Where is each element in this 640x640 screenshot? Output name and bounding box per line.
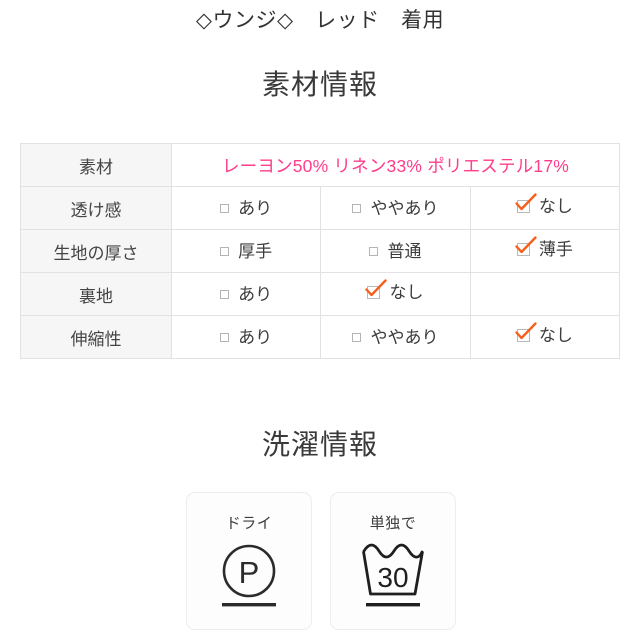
wash-section-heading: 洗濯情報 — [261, 429, 378, 460]
checkbox-unchecked-icon[interactable] — [352, 204, 362, 213]
row-label: 素材 — [20, 143, 172, 187]
care-card-title: 単独で — [369, 515, 417, 532]
option-cell[interactable]: なし — [320, 272, 471, 316]
product-info-page: ◇ウンジ◇ レッド 着用 素材情報 素材 レーヨン50% リネン33% ポリエス… — [0, 0, 640, 640]
row-label: 伸縮性 — [20, 315, 172, 359]
option-cell[interactable]: 厚手 — [170, 229, 322, 273]
checkbox-unchecked-icon[interactable] — [220, 290, 230, 299]
svg-text:30: 30 — [377, 562, 408, 593]
option-cell[interactable]: なし — [469, 186, 621, 230]
option-group[interactable]: あり — [220, 200, 272, 217]
option-label: ややあり — [370, 199, 439, 218]
option-label: あり — [238, 199, 273, 218]
checkbox-unchecked-icon[interactable] — [352, 333, 362, 342]
table-row: 伸縮性 あり ややあり なし — [20, 315, 621, 359]
option-label: なし — [538, 197, 573, 216]
wash-tub-30-icon: 30 — [362, 543, 424, 607]
option-group[interactable]: 薄手 — [515, 236, 573, 259]
checkbox-unchecked-icon[interactable] — [369, 247, 379, 256]
care-symbol-wrapper: 30 — [331, 541, 455, 613]
option-label: 厚手 — [238, 242, 273, 261]
material-section-heading: 素材情報 — [261, 69, 378, 100]
option-group[interactable]: あり — [220, 286, 272, 303]
option-cell[interactable]: ややあり — [320, 315, 471, 359]
table-row: 透け感 あり ややあり なし — [20, 186, 621, 230]
checkbox-checked-icon[interactable] — [515, 236, 537, 256]
option-group[interactable]: なし — [515, 193, 573, 216]
option-cell[interactable]: なし — [469, 315, 621, 359]
option-group[interactable]: ややあり — [352, 200, 438, 217]
svg-text:P: P — [239, 555, 260, 590]
product-caption: ◇ウンジ◇ レッド 着用 — [195, 9, 445, 32]
option-cell[interactable]: あり — [170, 272, 322, 316]
option-group[interactable]: あり — [220, 329, 272, 346]
checkbox-checked-icon[interactable] — [515, 322, 537, 342]
option-cell[interactable]: あり — [170, 315, 322, 359]
option-group[interactable]: 普通 — [369, 243, 421, 260]
option-label: 普通 — [387, 242, 422, 261]
option-label: あり — [238, 285, 273, 304]
table-row: 素材 レーヨン50% リネン33% ポリエステル17% — [20, 143, 620, 187]
option-label: 薄手 — [538, 240, 573, 259]
care-card-title: ドライ — [225, 515, 273, 532]
option-cell[interactable]: 普通 — [320, 229, 471, 273]
dry-clean-p-icon: P — [222, 544, 276, 607]
checkbox-checked-icon[interactable] — [515, 193, 537, 213]
empty-cell — [469, 272, 621, 316]
care-card-single-wash: 単独で 30 — [330, 492, 456, 630]
material-spec-table: 素材 レーヨン50% リネン33% ポリエステル17% 透け感 あり ややあり — [20, 143, 621, 359]
option-group[interactable]: ややあり — [352, 329, 438, 346]
material-composition-value: レーヨン50% リネン33% ポリエステル17% — [171, 143, 620, 187]
option-label: なし — [389, 283, 424, 302]
option-label: なし — [538, 326, 573, 345]
checkbox-checked-icon[interactable] — [365, 279, 388, 299]
option-cell[interactable]: ややあり — [320, 186, 471, 230]
care-symbol-wrapper: P — [187, 541, 311, 613]
row-label: 生地の厚さ — [20, 229, 172, 273]
row-label: 透け感 — [20, 186, 172, 230]
option-group[interactable]: 厚手 — [220, 243, 272, 260]
table-row: 生地の厚さ 厚手 普通 薄手 — [20, 229, 621, 273]
row-label: 裏地 — [20, 272, 172, 316]
option-cell[interactable]: あり — [170, 186, 322, 230]
option-label: あり — [238, 328, 273, 347]
care-card-dry: ドライ P — [186, 492, 312, 630]
checkbox-unchecked-icon[interactable] — [220, 247, 230, 256]
checkbox-unchecked-icon[interactable] — [220, 204, 230, 213]
table-row: 裏地 あり なし — [20, 272, 621, 316]
option-cell[interactable]: 薄手 — [469, 229, 621, 273]
option-label: ややあり — [370, 328, 439, 347]
option-group[interactable]: なし — [365, 279, 424, 302]
checkbox-unchecked-icon[interactable] — [220, 333, 230, 342]
table-body: 素材 レーヨン50% リネン33% ポリエステル17% 透け感 あり ややあり — [20, 143, 621, 359]
option-group[interactable]: なし — [515, 322, 573, 345]
